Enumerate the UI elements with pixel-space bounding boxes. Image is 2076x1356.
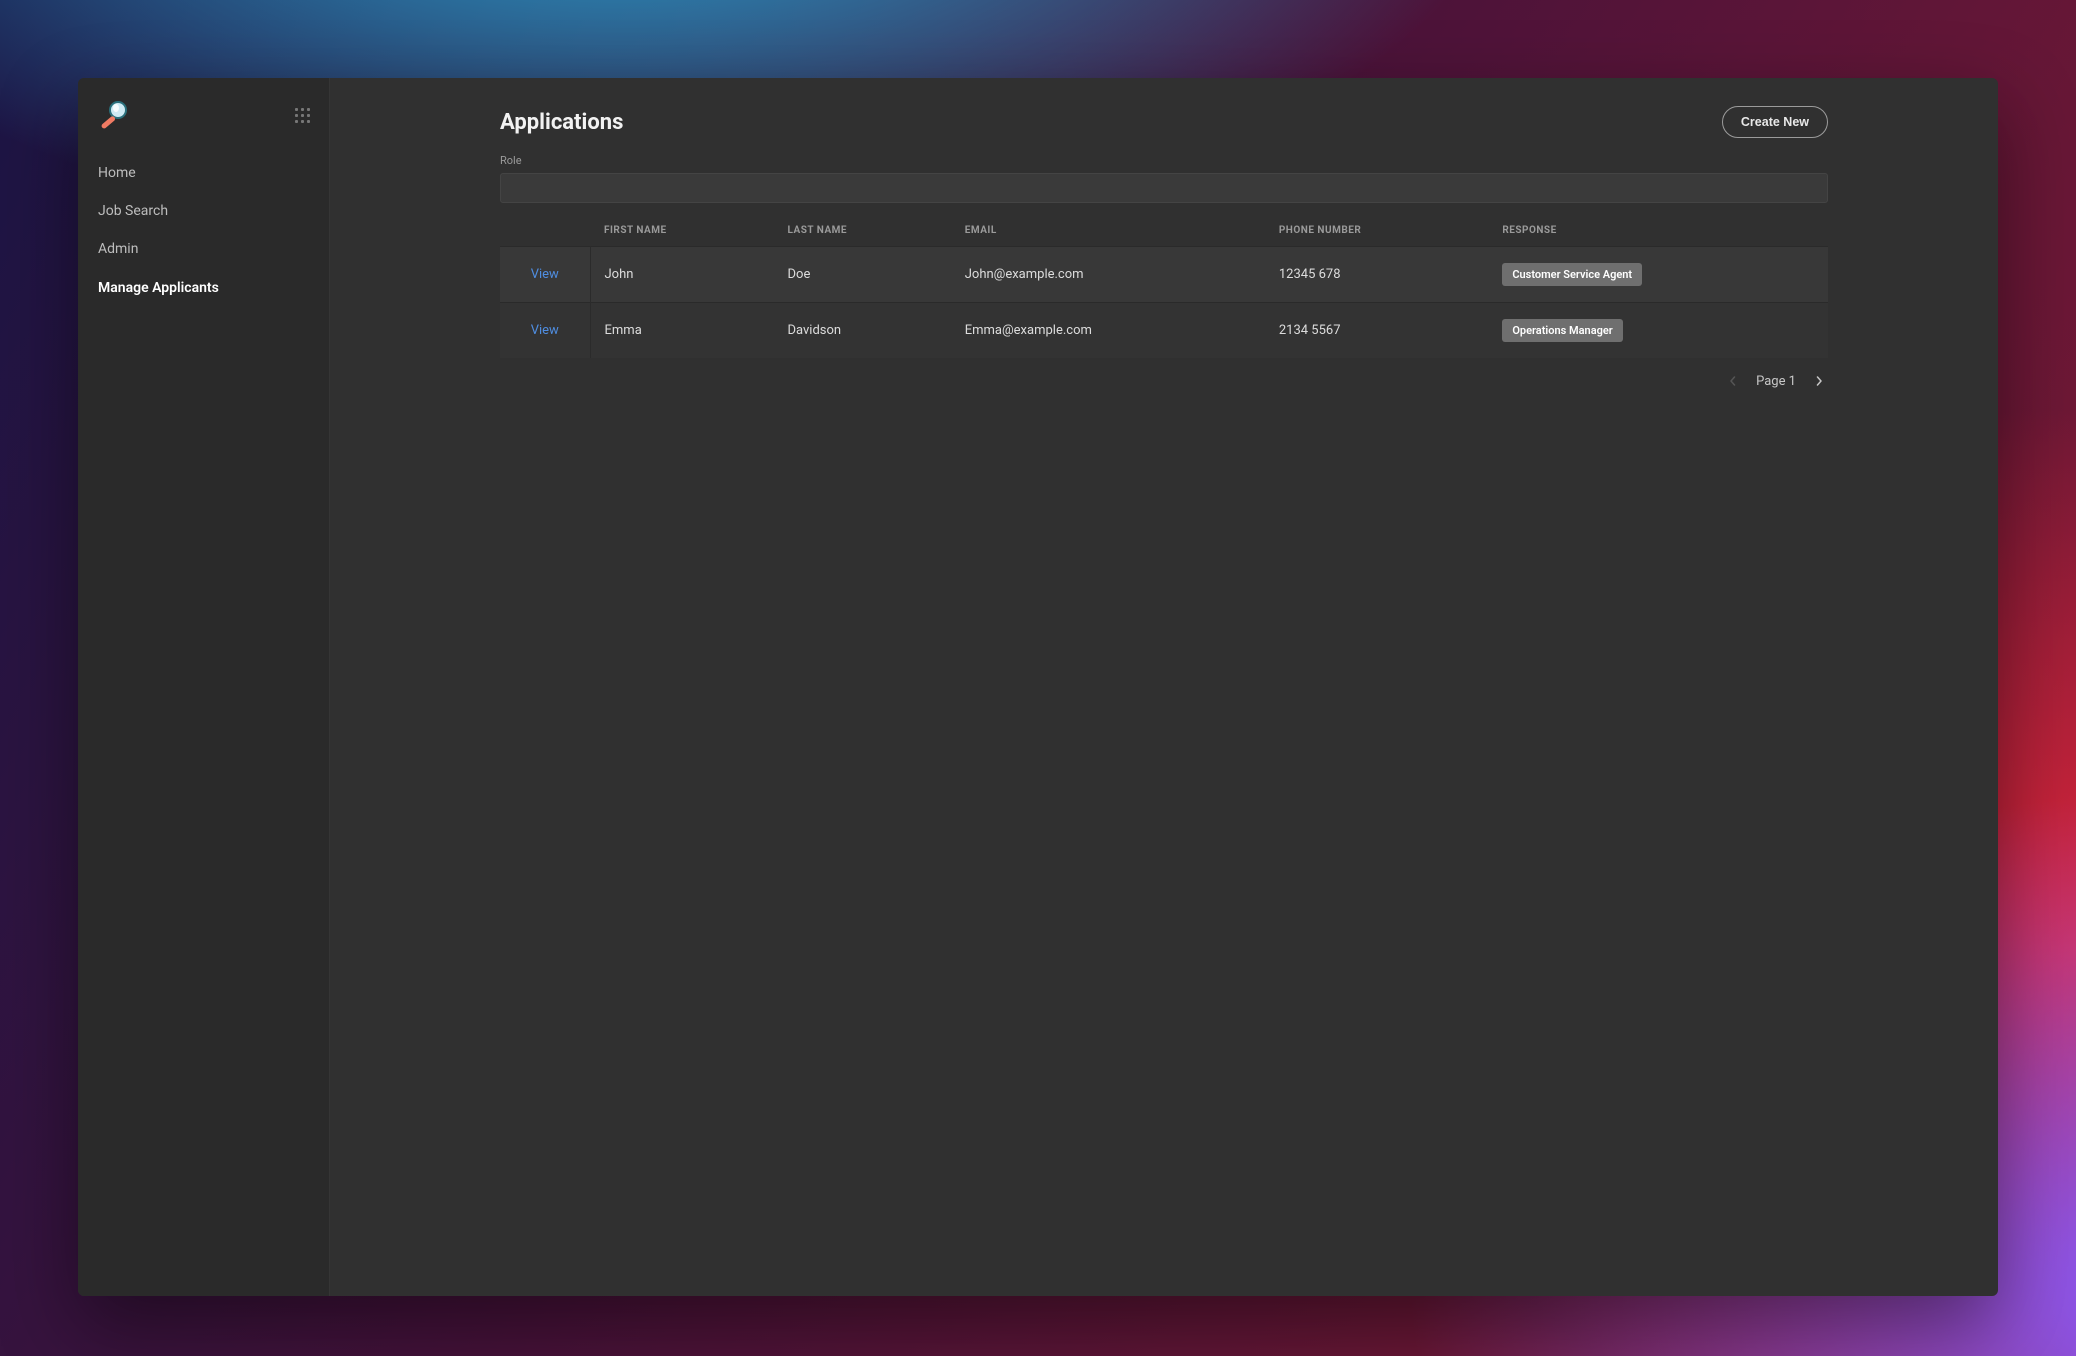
page-title: Applications: [500, 110, 623, 135]
main-content: Applications Create New Role FIRST NAME …: [330, 78, 1998, 1296]
table-header-row: FIRST NAME LAST NAME EMAIL PHONE NUMBER …: [500, 215, 1828, 247]
sidebar: Home Job Search Admin Manage Applicants: [78, 78, 330, 1296]
cell-first-name: Emma: [590, 303, 774, 359]
table-row: View Emma Davidson Emma@example.com 2134…: [500, 303, 1828, 359]
column-header-last-name: LAST NAME: [774, 215, 951, 247]
apps-grid-icon[interactable]: [295, 108, 311, 124]
create-new-button[interactable]: Create New: [1722, 106, 1828, 138]
column-header-first-name: FIRST NAME: [590, 215, 774, 247]
pagination-prev-button[interactable]: [1724, 372, 1742, 390]
magnifier-logo-icon: [96, 98, 132, 134]
app-logo: [96, 98, 132, 134]
applications-table: FIRST NAME LAST NAME EMAIL PHONE NUMBER …: [500, 215, 1828, 358]
sidebar-item-manage-applicants[interactable]: Manage Applicants: [78, 269, 329, 307]
pagination: Page 1: [500, 372, 1828, 390]
sidebar-item-label: Admin: [98, 241, 138, 257]
page-header: Applications Create New: [500, 106, 1828, 138]
sidebar-item-label: Home: [98, 165, 136, 181]
cell-phone: 2134 5567: [1265, 303, 1488, 359]
response-tag: Operations Manager: [1502, 319, 1622, 342]
column-header-response: RESPONSE: [1488, 215, 1828, 247]
app-window: Home Job Search Admin Manage Applicants …: [78, 78, 1998, 1296]
cell-email: John@example.com: [951, 247, 1265, 303]
role-filter: Role: [500, 154, 1828, 203]
response-tag: Customer Service Agent: [1502, 263, 1642, 286]
role-input[interactable]: [500, 173, 1828, 203]
pagination-page-label: Page 1: [1756, 374, 1796, 389]
pagination-next-button[interactable]: [1810, 372, 1828, 390]
cell-response: Operations Manager: [1488, 303, 1828, 359]
view-cell: View: [500, 247, 590, 303]
sidebar-item-label: Manage Applicants: [98, 280, 219, 296]
view-cell: View: [500, 303, 590, 359]
column-header-phone: PHONE NUMBER: [1265, 215, 1488, 247]
cell-last-name: Davidson: [774, 303, 951, 359]
sidebar-nav: Home Job Search Admin Manage Applicants: [78, 146, 329, 307]
view-link[interactable]: View: [531, 267, 559, 282]
cell-phone: 12345 678: [1265, 247, 1488, 303]
sidebar-top: [78, 92, 329, 146]
sidebar-item-job-search[interactable]: Job Search: [78, 192, 329, 230]
column-header-view: [500, 215, 590, 247]
table-row: View John Doe John@example.com 12345 678…: [500, 247, 1828, 303]
view-link[interactable]: View: [531, 323, 559, 338]
sidebar-item-label: Job Search: [98, 203, 168, 219]
cell-email: Emma@example.com: [951, 303, 1265, 359]
chevron-left-icon: [1728, 376, 1738, 386]
cell-first-name: John: [590, 247, 774, 303]
sidebar-item-home[interactable]: Home: [78, 154, 329, 192]
sidebar-item-admin[interactable]: Admin: [78, 230, 329, 268]
role-label: Role: [500, 154, 1828, 167]
cell-last-name: Doe: [774, 247, 951, 303]
column-header-email: EMAIL: [951, 215, 1265, 247]
cell-response: Customer Service Agent: [1488, 247, 1828, 303]
chevron-right-icon: [1814, 376, 1824, 386]
